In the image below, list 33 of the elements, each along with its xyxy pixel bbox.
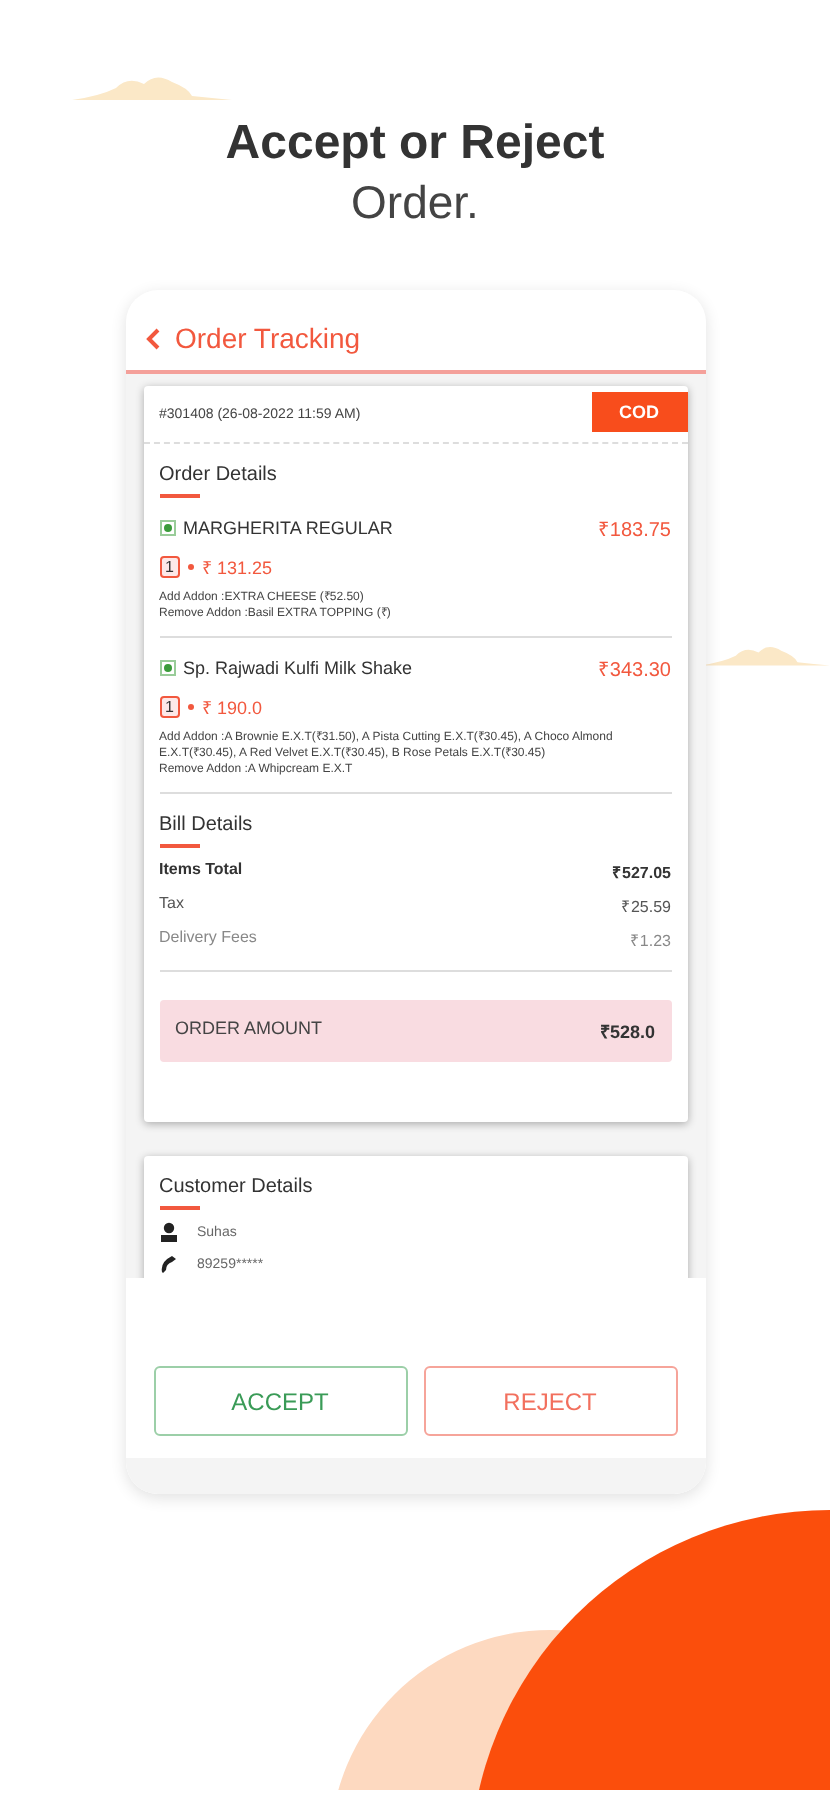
unit-price: ₹ 131.25 <box>201 556 272 580</box>
payment-badge: COD <box>591 392 687 432</box>
item-name: Sp. Rajwadi Kulfi Milk Shake <box>183 658 415 678</box>
veg-icon <box>159 520 175 536</box>
phone-icon <box>159 1254 177 1274</box>
bullet-icon <box>187 564 194 570</box>
cloud-icon <box>72 72 232 100</box>
total-label: ORDER AMOUNT <box>175 1018 323 1042</box>
quantity-badge: 1 <box>159 556 180 578</box>
reject-button[interactable]: REJECT <box>423 1366 677 1436</box>
total-value: ₹528.0 <box>599 1020 655 1044</box>
bill-label: Delivery Fees <box>159 928 257 950</box>
veg-icon <box>159 660 175 676</box>
bill-label: Items Total <box>159 860 243 882</box>
bullet-icon <box>187 704 194 710</box>
person-icon <box>159 1222 177 1242</box>
accept-button[interactable]: ACCEPT <box>153 1366 407 1436</box>
item-price: ₹343.30 <box>597 658 671 682</box>
bill-value: ₹527.05 <box>612 862 671 882</box>
subheadline: Order. <box>349 176 481 230</box>
item-price: ₹183.75 <box>597 518 671 542</box>
bill-value: ₹1.23 <box>629 930 671 950</box>
headline: Accept or Reject <box>223 116 607 172</box>
quantity-badge: 1 <box>159 696 180 718</box>
section-heading: Bill Details <box>159 814 253 836</box>
bill-label: Tax <box>159 894 184 916</box>
section-heading: Order Details <box>159 464 277 486</box>
unit-price: ₹ 190.0 <box>201 696 262 720</box>
bill-value: ₹25.59 <box>620 896 671 916</box>
section-heading: Customer Details <box>159 1176 313 1198</box>
item-name: MARGHERITA REGULAR <box>183 518 395 538</box>
back-icon[interactable] <box>145 327 159 349</box>
screen-title: Order Tracking <box>175 322 361 354</box>
